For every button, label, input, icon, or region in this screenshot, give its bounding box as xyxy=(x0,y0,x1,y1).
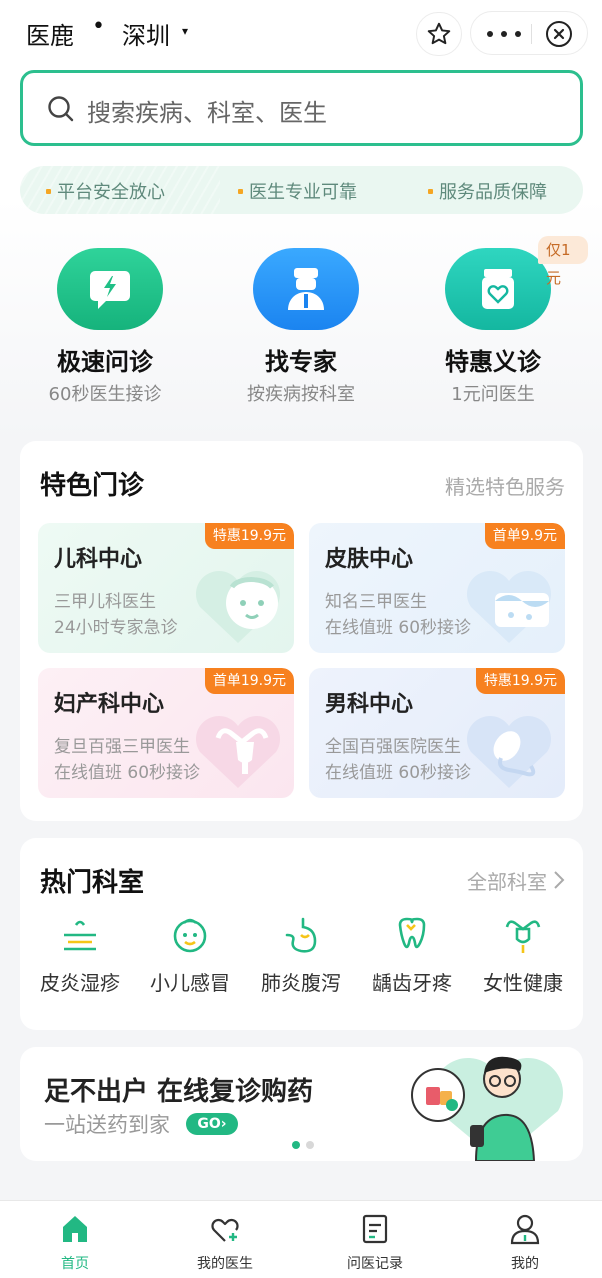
clinic-name: 皮肤中心 xyxy=(325,547,414,572)
app-name: 医鹿 xyxy=(26,22,74,50)
price-badge: 特惠19.9元 xyxy=(475,668,565,694)
promo-banner[interactable]: 足不出户 在线复诊购药 一站送药到家 GO› xyxy=(20,1047,583,1161)
department-label: 小儿感冒 xyxy=(150,971,230,995)
quick-entry-subtitle: 60秒医生接诊 xyxy=(48,384,162,405)
trust-label: 服务品质保障 xyxy=(439,182,547,203)
tab-label: 首页 xyxy=(61,1256,89,1272)
quick-entry-subtitle: 按疾病按科室 xyxy=(247,384,355,405)
chat-lightning-icon xyxy=(57,248,163,330)
promo-tag: 仅1元 xyxy=(538,236,588,287)
clinic-desc: 全国百强医院医生 xyxy=(325,737,461,757)
section-title: 热门科室 xyxy=(40,868,145,898)
tab-home[interactable]: 首页 xyxy=(0,1201,150,1278)
clinic-dermatology[interactable]: 皮肤中心 知名三甲医生 在线值班 60秒接诊 首单9.9元 xyxy=(309,523,565,653)
trust-label: 平台安全放心 xyxy=(57,182,165,203)
caret-down-icon[interactable]: ▾ xyxy=(182,24,188,38)
department-label: 皮炎湿疹 xyxy=(40,971,120,995)
department-label: 女性健康 xyxy=(483,971,563,995)
department-label: 龋齿牙疼 xyxy=(372,971,452,995)
close-icon[interactable] xyxy=(546,21,572,47)
baby-face-icon xyxy=(195,570,281,643)
tab-my-doctor[interactable]: 我的医生 xyxy=(150,1201,300,1278)
clinic-desc: 24小时专家急诊 xyxy=(54,618,178,638)
skin-icon xyxy=(466,570,552,643)
skin-layer-icon xyxy=(64,920,96,951)
quick-entry-charity-consult[interactable]: 仅1元 特惠义诊 1元问医生 xyxy=(398,236,588,418)
quick-entry-title: 极速问诊 xyxy=(57,348,153,376)
top-bar: 医鹿 • 深圳 ▾ xyxy=(0,0,602,66)
uterus-icon xyxy=(505,920,541,953)
clinic-name: 儿科中心 xyxy=(54,547,143,572)
heart-jar-icon xyxy=(445,248,551,330)
carousel-indicator xyxy=(292,1141,314,1149)
clinic-desc: 在线值班 60秒接诊 xyxy=(325,763,472,783)
trust-item: 医生专业可靠 xyxy=(238,178,357,204)
tooth-icon xyxy=(398,917,426,949)
doctor-icon xyxy=(253,248,359,330)
trust-item: 平台安全放心 xyxy=(46,178,165,204)
tab-label: 我的 xyxy=(511,1256,539,1272)
clinic-pediatrics[interactable]: 儿科中心 三甲儿科医生 24小时专家急诊 特惠19.9元 xyxy=(38,523,294,653)
quick-entry-title: 找专家 xyxy=(265,348,337,376)
section-title: 特色门诊 xyxy=(40,471,145,501)
clinic-name: 妇产科中心 xyxy=(54,692,165,717)
search-placeholder: 搜索疾病、科室、医生 xyxy=(87,99,327,127)
section-subtitle: 精选特色服务 xyxy=(445,475,565,499)
banner-subtitle: 一站送药到家 xyxy=(44,1113,170,1137)
title-separator: • xyxy=(92,14,105,39)
sperm-icon xyxy=(466,715,552,788)
capsule-divider xyxy=(531,24,532,44)
tab-label: 问医记录 xyxy=(347,1256,403,1272)
stomach-icon xyxy=(285,917,317,953)
go-button[interactable]: GO› xyxy=(186,1113,238,1135)
quick-entry-subtitle: 1元问医生 xyxy=(451,384,535,405)
search-icon xyxy=(48,96,74,122)
home-icon xyxy=(63,1216,87,1242)
featured-clinics-card: 特色门诊 精选特色服务 儿科中心 三甲儿科医生 24小时专家急诊 特惠19.9元… xyxy=(20,441,583,821)
tab-consult-records[interactable]: 问医记录 xyxy=(300,1201,450,1278)
clinic-gynecology[interactable]: 妇产科中心 复旦百强三甲医生 在线值班 60秒接诊 首单19.9元 xyxy=(38,668,294,798)
trust-bar: 平台安全放心 医生专业可靠 服务品质保障 xyxy=(20,166,583,214)
search-input[interactable]: 搜索疾病、科室、医生 xyxy=(20,70,583,146)
clinic-desc: 在线值班 60秒接诊 xyxy=(54,763,201,783)
department-pneumonia-diarrhea[interactable]: 肺炎腹泻 xyxy=(245,915,357,1005)
person-icon xyxy=(510,1214,540,1245)
price-badge: 首单19.9元 xyxy=(204,668,294,694)
price-badge: 首单9.9元 xyxy=(484,523,565,549)
price-badge: 特惠19.9元 xyxy=(204,523,294,549)
department-womens-health[interactable]: 女性健康 xyxy=(467,915,579,1005)
tab-mine[interactable]: 我的 xyxy=(450,1201,600,1278)
all-departments-link[interactable]: 全部科室 xyxy=(467,866,547,895)
clinic-desc: 三甲儿科医生 xyxy=(54,592,156,612)
heart-plus-icon xyxy=(211,1218,239,1242)
department-dermatitis[interactable]: 皮炎湿疹 xyxy=(24,915,136,1005)
department-child-cold[interactable]: 小儿感冒 xyxy=(134,915,246,1005)
bottom-tab-bar: 首页 我的医生 问医记录 我的 xyxy=(0,1200,602,1278)
trust-label: 医生专业可靠 xyxy=(249,182,357,203)
clinic-name: 男科中心 xyxy=(325,692,414,717)
banner-title: 足不出户 在线复诊购药 xyxy=(44,1077,314,1107)
record-icon xyxy=(362,1214,388,1244)
city-selector[interactable]: 深圳 xyxy=(122,16,170,51)
department-label: 肺炎腹泻 xyxy=(261,971,341,995)
chevron-right-icon[interactable] xyxy=(553,870,565,890)
clinic-andrology[interactable]: 男科中心 全国百强医院医生 在线值班 60秒接诊 特惠19.9元 xyxy=(309,668,565,798)
doctor-illustration xyxy=(411,1056,563,1161)
clinic-desc: 复旦百强三甲医生 xyxy=(54,737,190,757)
more-icon[interactable] xyxy=(487,24,521,44)
department-toothache[interactable]: 龋齿牙疼 xyxy=(356,915,468,1005)
uterus-icon xyxy=(195,715,281,788)
clinic-desc: 知名三甲医生 xyxy=(325,592,427,612)
star-icon xyxy=(427,22,451,45)
tab-label: 我的医生 xyxy=(197,1256,253,1272)
clinic-desc: 在线值班 60秒接诊 xyxy=(325,618,472,638)
quick-entry-find-expert[interactable]: 找专家 按疾病按科室 xyxy=(206,248,396,418)
mini-program-capsule xyxy=(470,11,588,55)
quick-entry-fast-consult[interactable]: 极速问诊 60秒医生接诊 xyxy=(10,248,200,418)
quick-entry-title: 特惠义诊 xyxy=(445,348,541,376)
favorite-button[interactable] xyxy=(416,12,462,56)
baby-icon xyxy=(173,918,207,953)
trust-item: 服务品质保障 xyxy=(428,178,547,204)
